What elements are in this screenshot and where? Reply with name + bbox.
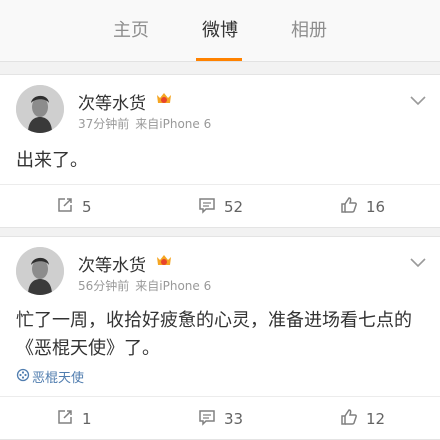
- comment-icon: [198, 408, 224, 430]
- post-time: 56分钟前: [78, 279, 130, 293]
- tab-album[interactable]: 相册: [264, 0, 354, 62]
- film-topic-icon: [16, 368, 32, 386]
- comment-count: 52: [224, 198, 244, 216]
- post-source: 来自iPhone 6: [135, 117, 212, 131]
- avatar[interactable]: [16, 247, 64, 295]
- thumbs-up-icon: [340, 196, 366, 218]
- post-card[interactable]: 次等水货 56分钟前 来自iPhone 6 忙了一周，收拾好疲惫的心灵，准备进场看…: [0, 236, 440, 440]
- like-count: 12: [366, 410, 386, 428]
- active-tab-indicator: [196, 58, 242, 61]
- repost-count: 1: [82, 410, 92, 428]
- post-actions: 5 52 16: [0, 184, 440, 228]
- post-meta: 37分钟前 来自iPhone 6: [78, 115, 211, 132]
- tab-home[interactable]: 主页: [86, 0, 176, 62]
- comment-button[interactable]: 33: [198, 397, 243, 440]
- vip-badge-icon: [155, 253, 173, 273]
- username[interactable]: 次等水货: [78, 251, 146, 276]
- post-time: 37分钟前: [78, 117, 130, 131]
- username[interactable]: 次等水货: [78, 89, 146, 114]
- repost-button[interactable]: 1: [56, 397, 92, 440]
- post-actions: 1 33 12: [0, 396, 440, 440]
- post-meta: 56分钟前 来自iPhone 6: [78, 277, 211, 294]
- post-source: 来自iPhone 6: [135, 279, 212, 293]
- profile-tabbar: 主页 微博 相册: [0, 0, 440, 62]
- comment-button[interactable]: 52: [198, 185, 243, 229]
- repost-icon: [56, 408, 82, 430]
- repost-icon: [56, 196, 82, 218]
- topic-label: 恶棍天使: [32, 371, 85, 386]
- chevron-down-icon[interactable]: [410, 253, 426, 272]
- avatar[interactable]: [16, 85, 64, 133]
- thumbs-up-icon: [340, 408, 366, 430]
- vip-badge-icon: [155, 91, 173, 111]
- repost-count: 5: [82, 198, 92, 216]
- comment-count: 33: [224, 410, 244, 428]
- chevron-down-icon[interactable]: [410, 91, 426, 110]
- tab-weibo[interactable]: 微博: [175, 0, 265, 62]
- post-text: 忙了一周，收拾好疲惫的心灵，准备进场看七点的《恶棍天使》了。: [16, 310, 412, 359]
- like-count: 16: [366, 198, 386, 216]
- post-card[interactable]: 次等水货 37分钟前 来自iPhone 6 出来了。 5 52 16: [0, 74, 440, 228]
- repost-button[interactable]: 5: [56, 185, 92, 229]
- topic-link[interactable]: 恶棍天使: [16, 367, 84, 386]
- like-button[interactable]: 12: [340, 397, 385, 440]
- comment-icon: [198, 196, 224, 218]
- post-text: 出来了。: [16, 150, 88, 171]
- like-button[interactable]: 16: [340, 185, 385, 229]
